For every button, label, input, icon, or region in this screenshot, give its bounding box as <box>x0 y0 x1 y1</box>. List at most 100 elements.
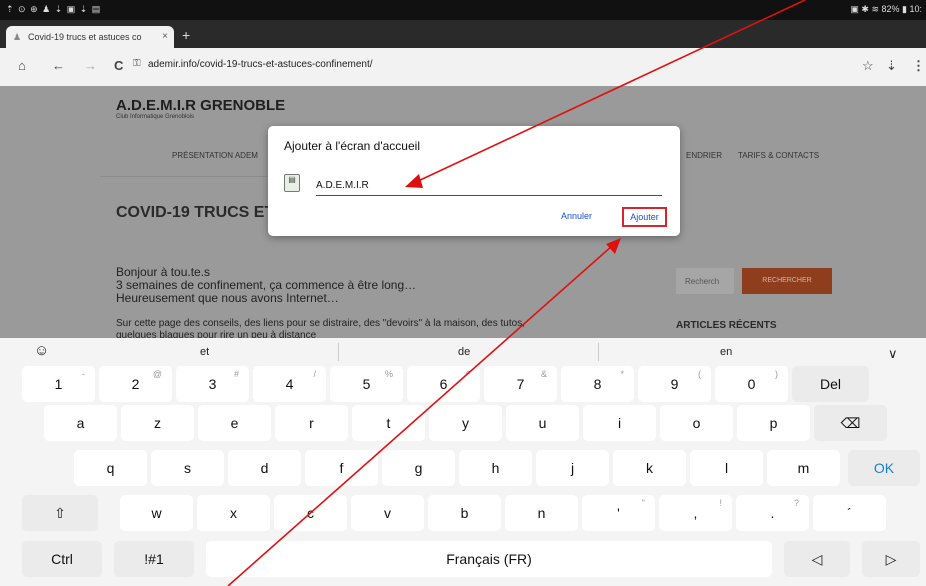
key-alt-label: - <box>82 369 85 379</box>
nav-calendar[interactable]: ENDRIER <box>686 151 722 160</box>
key-d[interactable]: d <box>228 450 301 486</box>
url-bar[interactable]: ademir.info/covid-19-trucs-et-astuces-co… <box>148 59 373 70</box>
key-row4-0[interactable]: w <box>120 495 193 531</box>
forward-icon[interactable]: → <box>84 58 97 73</box>
key-label: 7 <box>516 376 525 392</box>
emoji-icon[interactable]: ☺ <box>34 342 49 359</box>
key-r[interactable]: r <box>275 405 348 441</box>
key-a[interactable]: a <box>44 405 117 441</box>
key-alt-label: @ <box>152 369 162 379</box>
key-label: OK <box>873 460 895 476</box>
key-label: q <box>106 460 115 476</box>
key-label: ´ <box>847 505 852 521</box>
key-4[interactable]: 4/ <box>253 366 326 402</box>
body-text: Sur cette page des conseils, des liens p… <box>116 318 525 329</box>
cursor-left-key[interactable]: ◁ <box>784 541 850 577</box>
key-alt-label: % <box>384 369 393 379</box>
key-7[interactable]: 7 & <box>484 366 557 402</box>
key-q[interactable]: q <box>74 450 147 486</box>
back-icon[interactable]: ← <box>52 58 65 73</box>
key-label: 5 <box>362 376 371 392</box>
key-label: d <box>260 460 269 476</box>
add-button[interactable]: Ajouter <box>622 207 667 227</box>
key-p[interactable]: p <box>737 405 810 441</box>
lock-icon: ⚿ <box>133 58 141 69</box>
key-y[interactable]: y <box>429 405 502 441</box>
key-label: ▷ <box>885 551 897 567</box>
backspace-key[interactable]: ⌫ <box>814 405 887 441</box>
nav-tarifs[interactable]: TARIFS & CONTACTS <box>738 151 819 160</box>
key-9[interactable]: 9( <box>638 366 711 402</box>
sidebar-search-input[interactable]: Recherch <box>676 268 734 294</box>
key-3[interactable]: 3 # <box>176 366 249 402</box>
key-label: s <box>184 460 191 476</box>
key-5[interactable]: 5% <box>330 366 403 402</box>
suggestion-3[interactable]: en <box>720 346 732 358</box>
key-6[interactable]: 6 ^ <box>407 366 480 402</box>
key-s[interactable]: s <box>151 450 224 486</box>
shift-key[interactable]: ⇧ <box>22 495 98 531</box>
suggestion-1[interactable]: et <box>200 346 209 358</box>
key-row4-9[interactable]: ´ <box>813 495 886 531</box>
ctrl-key[interactable]: Ctrl <box>22 541 102 577</box>
delete-key[interactable]: Del <box>792 366 869 402</box>
key-2[interactable]: 2 @ <box>99 366 172 402</box>
nav-presentation[interactable]: PRÉSENTATION ADEM <box>172 151 258 160</box>
key-label: k <box>646 460 653 476</box>
key-row4-5[interactable]: n <box>505 495 578 531</box>
site-shortcut-icon: ▤ <box>284 174 300 192</box>
key-i[interactable]: i <box>583 405 656 441</box>
collapse-keyboard-icon[interactable]: ∨ <box>888 346 898 362</box>
key-label: 4 <box>285 376 294 392</box>
dialog-title: Ajouter à l'écran d'accueil <box>284 139 420 153</box>
symbols-key[interactable]: !#1 <box>114 541 194 577</box>
key-0[interactable]: 0) <box>715 366 788 402</box>
key-label: f <box>339 460 344 476</box>
key-row4-6[interactable]: ' " <box>582 495 655 531</box>
key-t[interactable]: t <box>352 405 425 441</box>
shortcut-name-input[interactable] <box>316 170 662 196</box>
key-label: 6 <box>439 376 448 392</box>
key-row4-1[interactable]: x <box>197 495 270 531</box>
new-tab-button[interactable]: + <box>182 27 190 43</box>
cancel-button[interactable]: Annuler <box>561 211 592 221</box>
key-m[interactable]: m <box>767 450 840 486</box>
cursor-right-key[interactable]: ▷ <box>862 541 920 577</box>
star-icon[interactable]: ☆ <box>862 58 874 74</box>
key-e[interactable]: e <box>198 405 271 441</box>
close-tab-icon[interactable]: × <box>162 31 168 42</box>
key-label: m <box>797 460 810 476</box>
key-g[interactable]: g <box>382 450 455 486</box>
key-label: v <box>384 505 391 521</box>
download-icon[interactable]: ⇣ <box>886 58 897 74</box>
space-bar[interactable]: Français (FR) <box>206 541 772 577</box>
browser-tab[interactable]: ♟ Covid-19 trucs et astuces co × <box>6 26 174 48</box>
key-alt-label: & <box>540 369 547 379</box>
home-icon[interactable]: ⌂ <box>18 58 26 73</box>
key-h[interactable]: h <box>459 450 532 486</box>
key-f[interactable]: f <box>305 450 378 486</box>
key-row4-8[interactable]: .? <box>736 495 809 531</box>
key-row4-7[interactable]: ,! <box>659 495 732 531</box>
key-z[interactable]: z <box>121 405 194 441</box>
key-row4-4[interactable]: b <box>428 495 501 531</box>
key-l[interactable]: l <box>690 450 763 486</box>
key-k[interactable]: k <box>613 450 686 486</box>
key-alt-label: * <box>620 369 624 379</box>
sidebar-search-button[interactable]: RECHERCHER <box>742 268 832 294</box>
status-icons: ⇡ ⊙ ⊕ ♟ ⇣ ▣ ⇣ ▤ <box>6 4 102 14</box>
status-bar: ⇡ ⊙ ⊕ ♟ ⇣ ▣ ⇣ ▤ ▣ ✱ ≋ 82% ▮ 10: <box>0 0 926 20</box>
key-row4-2[interactable]: c <box>274 495 347 531</box>
menu-icon[interactable]: ⋮ <box>912 58 925 74</box>
key-label: 0 <box>747 376 756 392</box>
key-8[interactable]: 8 * <box>561 366 634 402</box>
key-u[interactable]: u <box>506 405 579 441</box>
key-label: p <box>769 415 778 431</box>
key-row4-3[interactable]: v <box>351 495 424 531</box>
reload-icon[interactable]: C <box>114 58 123 73</box>
ok-key[interactable]: OK <box>848 450 920 486</box>
key-o[interactable]: o <box>660 405 733 441</box>
key-j[interactable]: j <box>536 450 609 486</box>
key-label: c <box>307 505 314 521</box>
key-1[interactable]: 1- <box>22 366 95 402</box>
